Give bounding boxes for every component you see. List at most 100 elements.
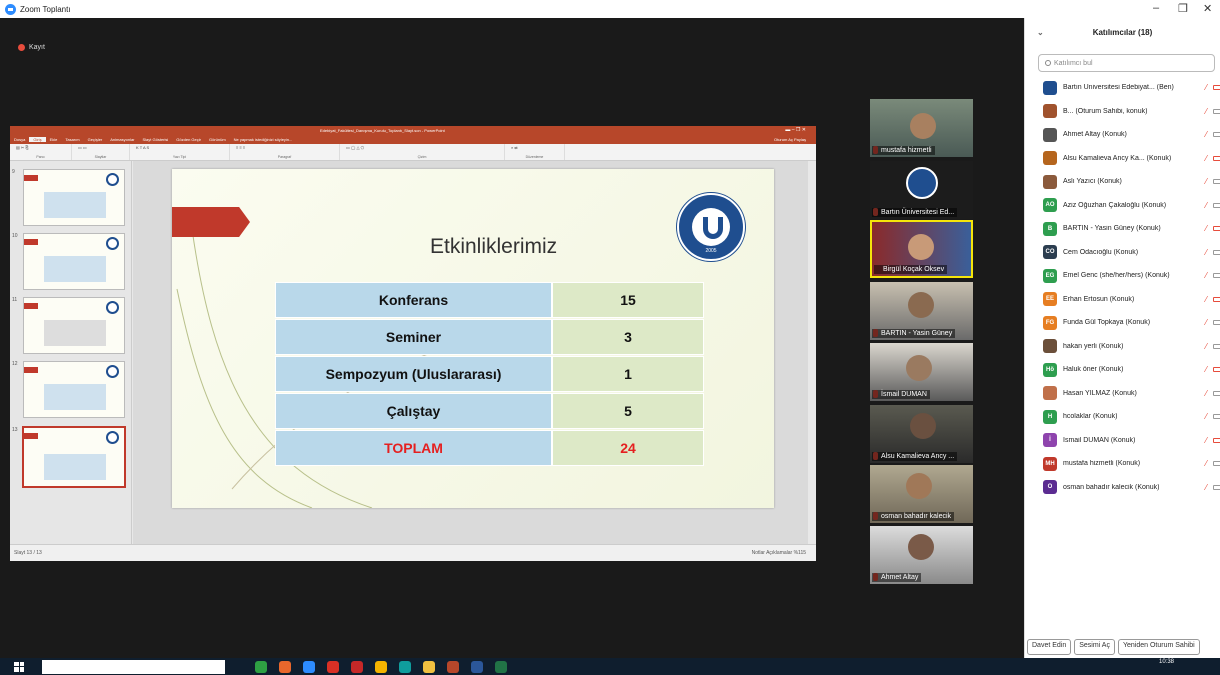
close-button[interactable]: ✕ bbox=[1203, 2, 1212, 15]
participant-row[interactable]: İ İsmail DUMAN (Konuk) ⁄ bbox=[1025, 429, 1220, 453]
participant-status-icons: ⁄ bbox=[1206, 483, 1220, 492]
windows-start-icon[interactable] bbox=[14, 661, 24, 672]
chevron-down-icon[interactable]: ⌄ bbox=[1037, 28, 1044, 37]
video-tile-active-speaker[interactable]: Birgül Koçak Oksev bbox=[870, 220, 973, 278]
thumb-number: 11 bbox=[12, 297, 18, 303]
camera-icon bbox=[1213, 296, 1220, 302]
unmute-button[interactable]: Sesimi Aç bbox=[1074, 639, 1115, 655]
ppt-tab[interactable]: Dosya bbox=[10, 137, 29, 142]
video-tile[interactable]: Alsu Kamalieva Ancy ... bbox=[870, 405, 973, 463]
participant-name: Funda Gül Topkaya (Konuk) bbox=[1063, 319, 1151, 327]
taskbar-search[interactable] bbox=[42, 659, 225, 674]
participant-status-icons: ⁄ bbox=[1206, 295, 1220, 304]
minimize-button[interactable]: – bbox=[1153, 2, 1159, 14]
ppt-window-controls[interactable]: ▬ – ❐ ✕ bbox=[785, 127, 806, 133]
slide-thumbnail[interactable] bbox=[23, 361, 125, 418]
participant-row[interactable]: Bartın Üniversitesi Edebiyat... (Ben) ⁄ bbox=[1025, 76, 1220, 100]
slide-thumbnail-selected[interactable] bbox=[22, 426, 126, 488]
muted-mic-icon: ⁄ bbox=[1205, 294, 1207, 304]
camera-icon bbox=[1213, 343, 1220, 349]
video-tile[interactable]: Ahmet Altay bbox=[870, 526, 973, 584]
ppt-share[interactable]: Oturum Aç Paylaş bbox=[770, 137, 810, 142]
participant-row[interactable]: EE Erhan Ertosun (Konuk) ⁄ bbox=[1025, 288, 1220, 312]
participant-row[interactable]: Hö Haluk öner (Konuk) ⁄ bbox=[1025, 358, 1220, 382]
camera-icon bbox=[1213, 461, 1220, 467]
zoom-taskbar-icon[interactable] bbox=[303, 660, 315, 673]
recording-indicator[interactable]: Kayıt bbox=[18, 44, 45, 51]
camera-icon bbox=[1213, 437, 1220, 443]
participant-row[interactable]: MH mustafa hizmetli (Konuk) ⁄ bbox=[1025, 452, 1220, 476]
participant-row[interactable]: hakan yerli (Konuk) ⁄ bbox=[1025, 335, 1220, 359]
slide-thumbnail[interactable] bbox=[23, 233, 125, 290]
muted-mic-icon: ⁄ bbox=[1205, 247, 1207, 257]
app-icon[interactable] bbox=[327, 660, 339, 673]
ribbon-group[interactable]: ▤ ✂ ⎘ Pano bbox=[10, 144, 72, 160]
app-icon[interactable] bbox=[255, 660, 267, 673]
ppt-tab[interactable]: Ekle bbox=[46, 137, 62, 142]
participant-row[interactable]: AO Aziz Oğuzhan Çakaloğlu (Konuk) ⁄ bbox=[1025, 194, 1220, 218]
restore-button[interactable]: ❐ bbox=[1178, 2, 1188, 15]
ppt-tab[interactable]: Animasyonlar bbox=[106, 137, 138, 142]
window-titlebar: Zoom Toplantı – ❐ ✕ bbox=[0, 0, 1220, 18]
invite-button[interactable]: Davet Edin bbox=[1027, 639, 1072, 655]
video-tile[interactable]: osman bahadır kalecik bbox=[870, 465, 973, 523]
participant-row[interactable]: Hhcolaklar (Konuk) ⁄ bbox=[1025, 405, 1220, 429]
participant-row[interactable]: B BARTIN - Yasin Güney (Konuk) ⁄ bbox=[1025, 217, 1220, 241]
participant-row[interactable]: EG Emel Genc (she/her/hers) (Konuk) ⁄ bbox=[1025, 264, 1220, 288]
participant-video bbox=[908, 534, 934, 560]
slide-thumbnail[interactable] bbox=[23, 169, 125, 226]
thumb-number: 10 bbox=[12, 233, 18, 239]
ppt-tab[interactable]: Gözden Geçir bbox=[172, 137, 205, 142]
ppt-tab[interactable]: Görünüm bbox=[205, 137, 230, 142]
windows-taskbar: 10:38 bbox=[0, 658, 1220, 675]
video-tile[interactable]: BARTIN - Yasin Güney bbox=[870, 282, 973, 340]
participant-name: hcolaklar (Konuk) bbox=[1063, 413, 1118, 421]
ppt-tab[interactable]: Geçişler bbox=[84, 137, 107, 142]
reclaim-host-button[interactable]: Yeniden Oturum Sahibi bbox=[1117, 639, 1200, 655]
ribbon-group[interactable]: ▭ ▭ Slaytlar bbox=[72, 144, 130, 160]
participant-row[interactable]: B... (Oturum Sahibi, konuk) ⁄ bbox=[1025, 100, 1220, 124]
tile-name: Alsu Kamalieva Ancy ... bbox=[872, 452, 958, 461]
ribbon-group[interactable]: ⌕ ⇄ Düzenleme bbox=[505, 144, 565, 160]
ribbon-group[interactable]: ≡ ≡ ≡ Paragraf bbox=[230, 144, 340, 160]
ppt-tell-me[interactable]: Ne yapmak istediğinizi söyleyin... bbox=[230, 137, 297, 142]
video-tile[interactable]: mustafa hizmetli bbox=[870, 99, 973, 157]
recording-label: Kayıt bbox=[29, 44, 45, 51]
participant-search-input[interactable]: Katılımcı bul bbox=[1038, 54, 1215, 72]
participant-row[interactable]: FG Funda Gül Topkaya (Konuk) ⁄ bbox=[1025, 311, 1220, 335]
camera-icon bbox=[1213, 85, 1220, 91]
view-zoom-controls[interactable]: Notlar Açıklamalar %115 bbox=[752, 550, 806, 556]
university-logo: 2005 bbox=[677, 193, 745, 261]
table-row: Çalıştay 5 bbox=[275, 393, 704, 429]
avatar bbox=[1043, 127, 1057, 142]
muted-mic-icon: ⁄ bbox=[1205, 365, 1207, 375]
muted-mic-icon: ⁄ bbox=[1205, 482, 1207, 492]
video-tile[interactable]: Bartın Üniversitesi Ed... bbox=[870, 161, 973, 219]
ribbon-group[interactable]: K T A S Yazı Tipi bbox=[130, 144, 230, 160]
participant-row[interactable]: Alsu Kamalieva Ancy Ka... (Konuk) ⁄ bbox=[1025, 147, 1220, 171]
ppt-tab[interactable]: Tasarım bbox=[61, 137, 83, 142]
folder-icon[interactable] bbox=[423, 660, 435, 673]
powerpoint-icon[interactable] bbox=[447, 660, 459, 673]
participant-name: Haluk öner (Konuk) bbox=[1063, 366, 1124, 374]
ppt-tab[interactable]: Slayt Gösterisi bbox=[139, 137, 173, 142]
participant-row[interactable]: Ahmet Altay (Konuk) ⁄ bbox=[1025, 123, 1220, 147]
participant-row[interactable]: CO Cem Odacıoğlu (Konuk) ⁄ bbox=[1025, 241, 1220, 265]
camera-icon bbox=[1213, 367, 1220, 373]
participant-video bbox=[906, 473, 932, 499]
slide-editor: Etkinliklerimiz 2005 Konferans 15 Seminer… bbox=[133, 161, 808, 544]
app-icon[interactable] bbox=[351, 660, 363, 673]
participant-row[interactable]: Oosman bahadır kalecik (Konuk) ⁄ bbox=[1025, 476, 1220, 500]
slide-thumbnail[interactable] bbox=[23, 297, 125, 354]
word-icon[interactable] bbox=[471, 660, 483, 673]
video-tile[interactable]: İsmail DUMAN bbox=[870, 343, 973, 401]
ppt-tab-active[interactable]: Giriş bbox=[29, 137, 46, 142]
participant-row[interactable]: Hasan YILMAZ (Konuk) ⁄ bbox=[1025, 382, 1220, 406]
app-icon[interactable] bbox=[375, 660, 387, 673]
ribbon-group[interactable]: ▭ ◯ △ ⬠ Çizim bbox=[340, 144, 505, 160]
participant-video bbox=[908, 292, 934, 318]
excel-icon[interactable] bbox=[495, 660, 507, 673]
app-icon[interactable] bbox=[399, 660, 411, 673]
app-icon[interactable] bbox=[279, 660, 291, 673]
participant-row[interactable]: Aslı Yazıcı (Konuk) ⁄ bbox=[1025, 170, 1220, 194]
